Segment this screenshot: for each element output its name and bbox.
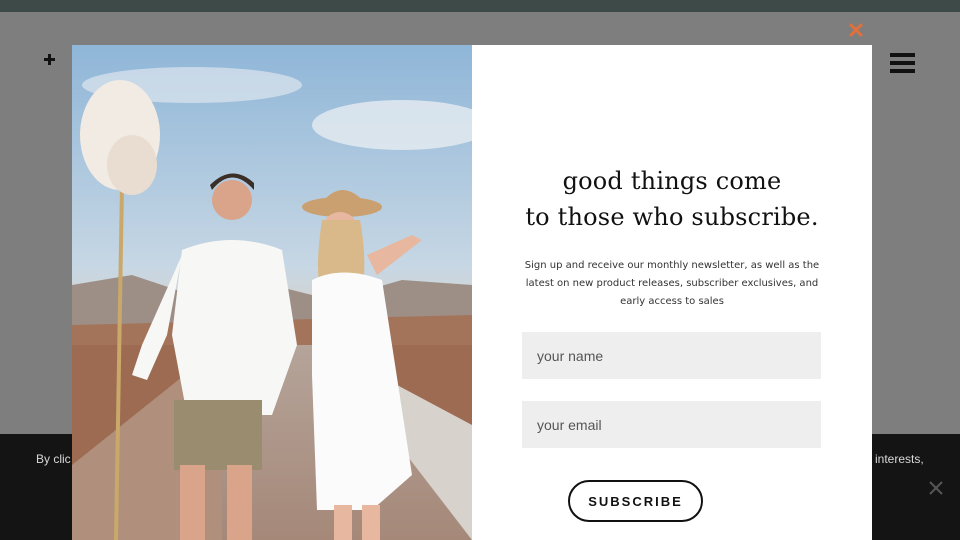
hamburger-icon[interactable] <box>890 53 916 75</box>
couple-photo <box>72 45 472 540</box>
name-input[interactable] <box>522 332 821 379</box>
plus-icon[interactable] <box>42 52 58 68</box>
newsletter-popup: good things come to those who subscribe.… <box>72 45 872 540</box>
cookie-consent-text: By clic <box>36 452 71 466</box>
top-bar <box>0 0 960 12</box>
cookie-consent-text-end: interests, <box>875 452 924 466</box>
popup-headline: good things come to those who subscribe. <box>472 163 872 235</box>
email-input[interactable] <box>522 401 821 448</box>
close-icon[interactable] <box>847 21 865 39</box>
headline-line-2: to those who subscribe. <box>525 203 819 231</box>
subscribe-button[interactable]: SUBSCRIBE <box>568 480 703 522</box>
headline-line-1: good things come <box>562 167 782 195</box>
popup-description: Sign up and receive our monthly newslett… <box>524 260 820 307</box>
cookie-close-icon[interactable] <box>927 479 945 497</box>
popup-content: good things come to those who subscribe.… <box>472 45 872 540</box>
